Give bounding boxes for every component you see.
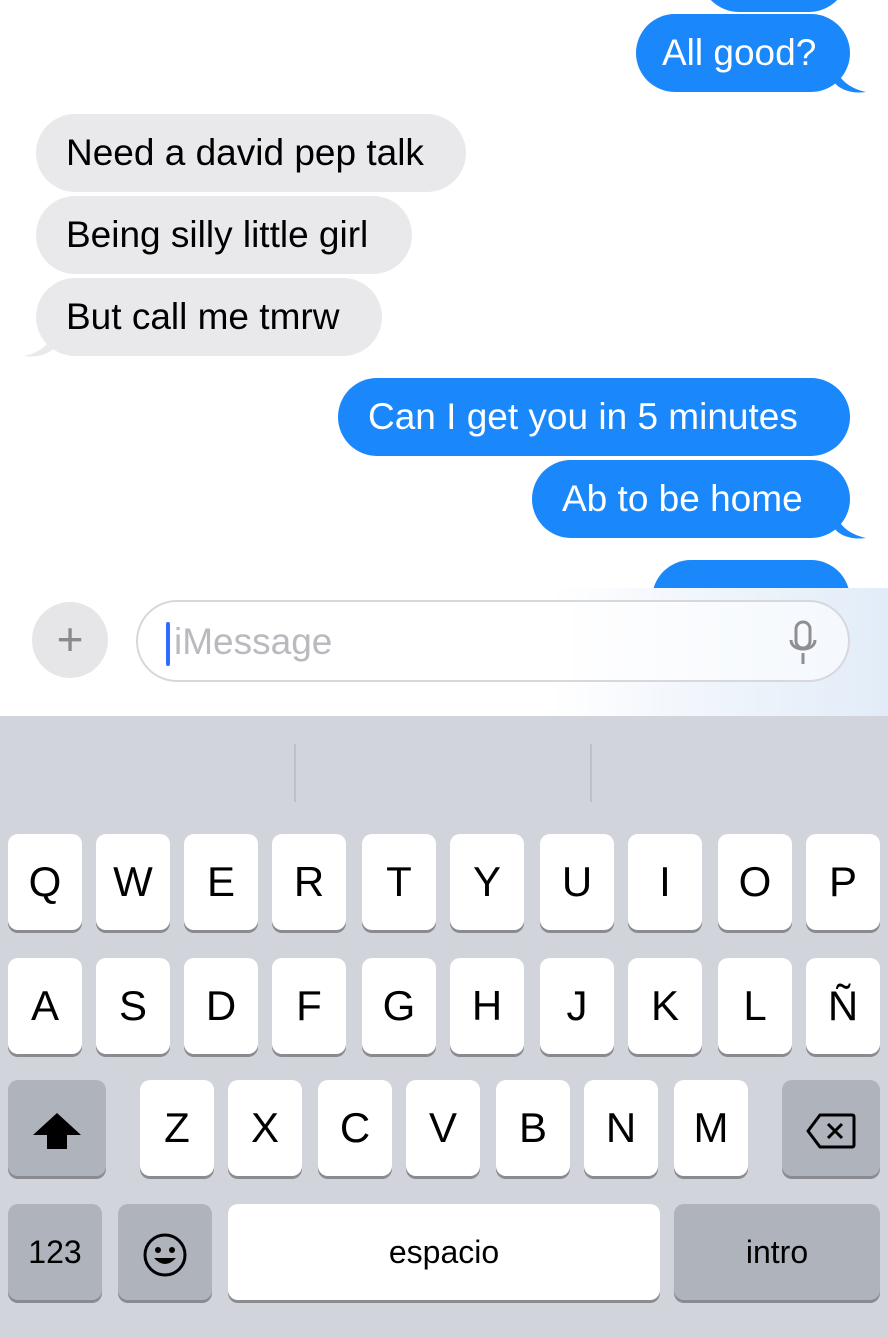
key-w[interactable]: W: [96, 834, 170, 930]
numbers-key[interactable]: 123: [8, 1204, 102, 1300]
key-r[interactable]: R: [272, 834, 346, 930]
emoji-key[interactable]: [118, 1204, 212, 1300]
message-bubble-incoming[interactable]: But call me tmrw: [36, 278, 382, 356]
key-t[interactable]: T: [362, 834, 436, 930]
message-bubble-incoming[interactable]: Need a david pep talk: [36, 114, 466, 192]
key-s[interactable]: S: [96, 958, 170, 1054]
key-enye[interactable]: Ñ: [806, 958, 880, 1054]
key-d[interactable]: D: [184, 958, 258, 1054]
key-v[interactable]: V: [406, 1080, 480, 1176]
space-key[interactable]: espacio: [228, 1204, 660, 1300]
key-x[interactable]: X: [228, 1080, 302, 1176]
keyboard: Q W E R T Y U I O P A S D F G H J K L Ñ …: [0, 716, 888, 1338]
message-thread[interactable]: All good? Need a david pep talk Being si…: [0, 0, 888, 590]
shift-arrow-icon: [33, 1112, 81, 1149]
backspace-icon: [806, 1113, 856, 1149]
key-n[interactable]: N: [584, 1080, 658, 1176]
message-bubble-outgoing[interactable]: All good?: [636, 14, 850, 92]
emoji-icon: [143, 1233, 187, 1277]
key-m[interactable]: M: [674, 1080, 748, 1176]
key-f[interactable]: F: [272, 958, 346, 1054]
key-b[interactable]: B: [496, 1080, 570, 1176]
key-c[interactable]: C: [318, 1080, 392, 1176]
key-z[interactable]: Z: [140, 1080, 214, 1176]
bubble-tail-outgoing: [834, 506, 866, 539]
delete-key[interactable]: [782, 1080, 880, 1176]
key-o[interactable]: O: [718, 834, 792, 930]
key-k[interactable]: K: [628, 958, 702, 1054]
predictive-divider: [294, 744, 296, 802]
key-h[interactable]: H: [450, 958, 524, 1054]
input-placeholder: iMessage: [174, 621, 333, 662]
key-j[interactable]: J: [540, 958, 614, 1054]
key-l[interactable]: L: [718, 958, 792, 1054]
message-bubble-outgoing[interactable]: Ab to be home: [532, 460, 850, 538]
message-bubble-outgoing-partial[interactable]: [700, 0, 848, 12]
apps-plus-button[interactable]: +: [32, 602, 108, 678]
imessage-input[interactable]: iMessage: [136, 600, 850, 682]
return-key[interactable]: intro: [674, 1204, 880, 1300]
key-g[interactable]: G: [362, 958, 436, 1054]
bubble-tail-incoming: [24, 324, 56, 357]
microphone-icon[interactable]: [788, 620, 818, 666]
key-y[interactable]: Y: [450, 834, 524, 930]
key-p[interactable]: P: [806, 834, 880, 930]
key-q[interactable]: Q: [8, 834, 82, 930]
message-bubble-outgoing-partial[interactable]: [652, 560, 850, 590]
shift-key[interactable]: [8, 1080, 106, 1176]
key-e[interactable]: E: [184, 834, 258, 930]
bubble-tail-outgoing: [834, 60, 866, 93]
message-bubble-outgoing[interactable]: Can I get you in 5 minutes: [338, 378, 850, 456]
key-a[interactable]: A: [8, 958, 82, 1054]
key-i[interactable]: I: [628, 834, 702, 930]
message-composer: + iMessage: [0, 588, 888, 716]
key-u[interactable]: U: [540, 834, 614, 930]
text-cursor: [166, 622, 170, 666]
predictive-divider: [590, 744, 592, 802]
message-bubble-incoming[interactable]: Being silly little girl: [36, 196, 412, 274]
